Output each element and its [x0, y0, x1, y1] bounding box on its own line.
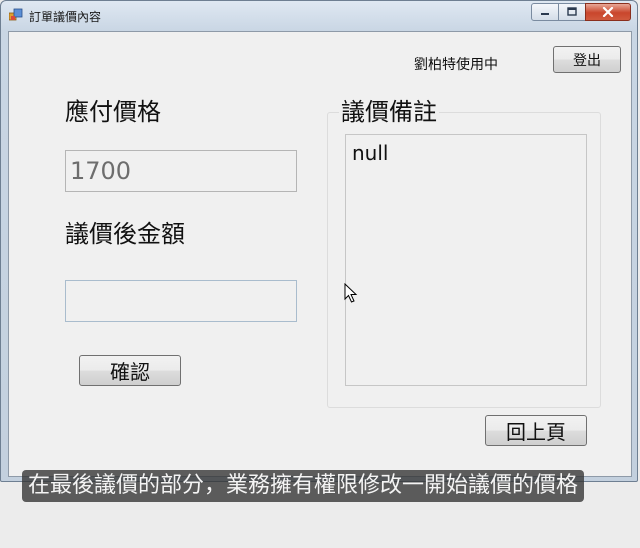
- app-icon: [9, 8, 23, 21]
- maximize-button[interactable]: [558, 3, 586, 21]
- mouse-cursor-icon: [344, 283, 358, 303]
- maximize-icon: [567, 7, 577, 16]
- after-negotiation-input[interactable]: [65, 280, 297, 322]
- app-window: 訂單議價內容 劉柏特使用中 登出 應付價格 議價後金額 確認 議價備註 n: [0, 0, 638, 482]
- minimize-button[interactable]: [531, 3, 559, 21]
- payable-label: 應付價格: [65, 98, 161, 126]
- close-icon: [602, 7, 614, 17]
- user-status: 劉柏特使用中: [414, 57, 498, 73]
- confirm-button[interactable]: 確認: [79, 355, 181, 386]
- window-title: 訂單議價內容: [29, 10, 102, 24]
- notes-title: 議價備註: [339, 92, 439, 127]
- notes-textarea[interactable]: null: [345, 134, 587, 386]
- close-button[interactable]: [585, 3, 631, 21]
- payable-field: [65, 150, 297, 192]
- logout-button[interactable]: 登出: [553, 46, 621, 73]
- video-subtitle: 在最後議價的部分，業務擁有權限修改一開始議價的價格: [22, 470, 585, 502]
- back-button[interactable]: 回上頁: [485, 415, 587, 446]
- title-bar[interactable]: 訂單議價內容: [1, 1, 637, 31]
- client-area: 劉柏特使用中 登出 應付價格 議價後金額 確認 議價備註 null 回上頁: [8, 31, 632, 477]
- after-negotiation-label: 議價後金額: [65, 220, 185, 248]
- minimize-icon: [541, 13, 549, 15]
